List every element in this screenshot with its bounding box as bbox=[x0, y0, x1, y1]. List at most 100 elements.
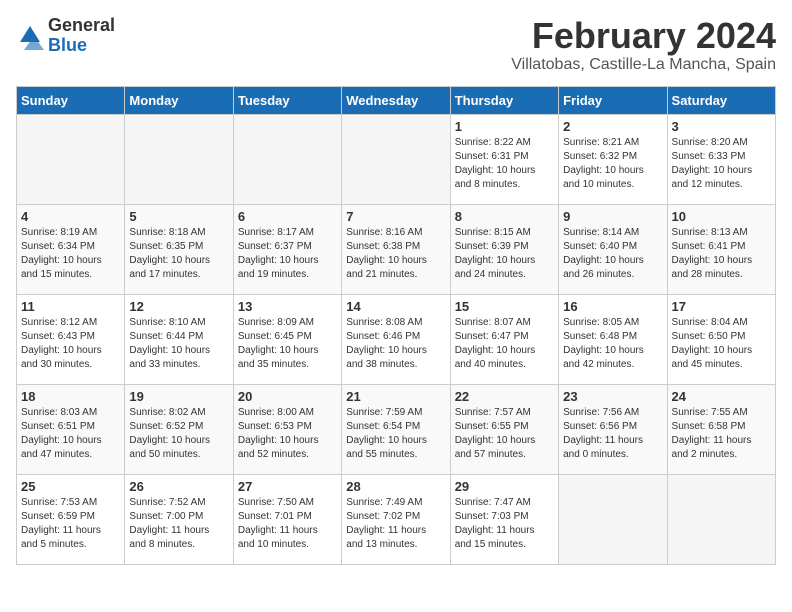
calendar-cell: 29 Sunrise: 7:47 AM Sunset: 7:03 PM Dayli… bbox=[450, 474, 558, 564]
weekday-header-friday: Friday bbox=[559, 86, 667, 114]
calendar-cell: 12 Sunrise: 8:10 AM Sunset: 6:44 PM Dayli… bbox=[125, 294, 233, 384]
day-number: 15 bbox=[455, 299, 554, 314]
day-number: 3 bbox=[672, 119, 771, 134]
day-number: 18 bbox=[21, 389, 120, 404]
day-info: Sunrise: 7:59 AM Sunset: 6:54 PM Dayligh… bbox=[346, 406, 445, 462]
calendar-week-row: 25 Sunrise: 7:53 AM Sunset: 6:59 PM Dayli… bbox=[17, 474, 776, 564]
day-number: 22 bbox=[455, 389, 554, 404]
day-number: 9 bbox=[563, 209, 662, 224]
calendar-cell: 6 Sunrise: 8:17 AM Sunset: 6:37 PM Daylig… bbox=[233, 204, 341, 294]
calendar-cell: 10 Sunrise: 8:13 AM Sunset: 6:41 PM Dayli… bbox=[667, 204, 775, 294]
day-number: 1 bbox=[455, 119, 554, 134]
calendar-cell: 11 Sunrise: 8:12 AM Sunset: 6:43 PM Dayli… bbox=[17, 294, 125, 384]
calendar-cell: 1 Sunrise: 8:22 AM Sunset: 6:31 PM Daylig… bbox=[450, 114, 558, 204]
day-number: 17 bbox=[672, 299, 771, 314]
logo-general: General bbox=[48, 15, 115, 35]
logo-icon bbox=[16, 22, 44, 50]
day-info: Sunrise: 7:57 AM Sunset: 6:55 PM Dayligh… bbox=[455, 406, 554, 462]
day-info: Sunrise: 8:13 AM Sunset: 6:41 PM Dayligh… bbox=[672, 226, 771, 282]
day-info: Sunrise: 8:17 AM Sunset: 6:37 PM Dayligh… bbox=[238, 226, 337, 282]
day-number: 10 bbox=[672, 209, 771, 224]
day-number: 8 bbox=[455, 209, 554, 224]
day-info: Sunrise: 7:52 AM Sunset: 7:00 PM Dayligh… bbox=[129, 496, 228, 552]
title-area: February 2024 Villatobas, Castille-La Ma… bbox=[511, 16, 776, 74]
calendar-cell bbox=[667, 474, 775, 564]
day-info: Sunrise: 7:56 AM Sunset: 6:56 PM Dayligh… bbox=[563, 406, 662, 462]
day-info: Sunrise: 7:49 AM Sunset: 7:02 PM Dayligh… bbox=[346, 496, 445, 552]
logo-blue: Blue bbox=[48, 35, 87, 55]
calendar-cell: 17 Sunrise: 8:04 AM Sunset: 6:50 PM Dayli… bbox=[667, 294, 775, 384]
day-info: Sunrise: 7:47 AM Sunset: 7:03 PM Dayligh… bbox=[455, 496, 554, 552]
calendar-cell: 18 Sunrise: 8:03 AM Sunset: 6:51 PM Dayli… bbox=[17, 384, 125, 474]
day-number: 12 bbox=[129, 299, 228, 314]
calendar-cell bbox=[559, 474, 667, 564]
day-info: Sunrise: 8:08 AM Sunset: 6:46 PM Dayligh… bbox=[346, 316, 445, 372]
day-number: 28 bbox=[346, 479, 445, 494]
day-info: Sunrise: 8:12 AM Sunset: 6:43 PM Dayligh… bbox=[21, 316, 120, 372]
day-info: Sunrise: 7:53 AM Sunset: 6:59 PM Dayligh… bbox=[21, 496, 120, 552]
calendar-cell: 3 Sunrise: 8:20 AM Sunset: 6:33 PM Daylig… bbox=[667, 114, 775, 204]
calendar-cell: 19 Sunrise: 8:02 AM Sunset: 6:52 PM Dayli… bbox=[125, 384, 233, 474]
calendar-cell: 26 Sunrise: 7:52 AM Sunset: 7:00 PM Dayli… bbox=[125, 474, 233, 564]
day-number: 16 bbox=[563, 299, 662, 314]
day-info: Sunrise: 8:16 AM Sunset: 6:38 PM Dayligh… bbox=[346, 226, 445, 282]
calendar-cell: 13Sunrise: 8:09 AM Sunset: 6:45 PM Dayli… bbox=[233, 294, 341, 384]
day-number: 11 bbox=[21, 299, 120, 314]
calendar-cell bbox=[233, 114, 341, 204]
calendar-cell: 5Sunrise: 8:18 AM Sunset: 6:35 PM Daylig… bbox=[125, 204, 233, 294]
day-info: Sunrise: 8:21 AM Sunset: 6:32 PM Dayligh… bbox=[563, 136, 662, 192]
calendar-subtitle: Villatobas, Castille-La Mancha, Spain bbox=[511, 56, 776, 74]
day-info: Sunrise: 8:14 AM Sunset: 6:40 PM Dayligh… bbox=[563, 226, 662, 282]
day-number: 20 bbox=[238, 389, 337, 404]
calendar-cell: 8 Sunrise: 8:15 AM Sunset: 6:39 PM Daylig… bbox=[450, 204, 558, 294]
day-number: 19 bbox=[129, 389, 228, 404]
day-info: Sunrise: 8:05 AM Sunset: 6:48 PM Dayligh… bbox=[563, 316, 662, 372]
weekday-header-monday: Monday bbox=[125, 86, 233, 114]
day-info: Sunrise: 8:02 AM Sunset: 6:52 PM Dayligh… bbox=[129, 406, 228, 462]
day-info: Sunrise: 8:15 AM Sunset: 6:39 PM Dayligh… bbox=[455, 226, 554, 282]
day-number: 29 bbox=[455, 479, 554, 494]
day-info: Sunrise: 8:18 AM Sunset: 6:35 PM Dayligh… bbox=[129, 226, 228, 282]
weekday-header-saturday: Saturday bbox=[667, 86, 775, 114]
header: General Blue February 2024 Villatobas, C… bbox=[16, 16, 776, 74]
day-info: Sunrise: 8:20 AM Sunset: 6:33 PM Dayligh… bbox=[672, 136, 771, 192]
calendar-cell bbox=[342, 114, 450, 204]
calendar-cell: 28 Sunrise: 7:49 AM Sunset: 7:02 PM Dayli… bbox=[342, 474, 450, 564]
day-number: 23 bbox=[563, 389, 662, 404]
calendar-cell: 4Sunrise: 8:19 AM Sunset: 6:34 PM Daylig… bbox=[17, 204, 125, 294]
calendar-title: February 2024 bbox=[511, 16, 776, 56]
weekday-header-row: SundayMondayTuesdayWednesdayThursdayFrid… bbox=[17, 86, 776, 114]
day-number: 13 bbox=[238, 299, 337, 314]
day-number: 21 bbox=[346, 389, 445, 404]
calendar-cell: 16 Sunrise: 8:05 AM Sunset: 6:48 PM Dayli… bbox=[559, 294, 667, 384]
day-number: 24 bbox=[672, 389, 771, 404]
calendar-cell: 9 Sunrise: 8:14 AM Sunset: 6:40 PM Daylig… bbox=[559, 204, 667, 294]
calendar-cell: 27 Sunrise: 7:50 AM Sunset: 7:01 PM Dayli… bbox=[233, 474, 341, 564]
calendar-cell: 21 Sunrise: 7:59 AM Sunset: 6:54 PM Dayli… bbox=[342, 384, 450, 474]
day-number: 27 bbox=[238, 479, 337, 494]
calendar-week-row: 18 Sunrise: 8:03 AM Sunset: 6:51 PM Dayli… bbox=[17, 384, 776, 474]
day-number: 6 bbox=[238, 209, 337, 224]
calendar-cell: 23 Sunrise: 7:56 AM Sunset: 6:56 PM Dayli… bbox=[559, 384, 667, 474]
day-number: 25 bbox=[21, 479, 120, 494]
weekday-header-thursday: Thursday bbox=[450, 86, 558, 114]
calendar-week-row: 1 Sunrise: 8:22 AM Sunset: 6:31 PM Daylig… bbox=[17, 114, 776, 204]
day-info: Sunrise: 8:22 AM Sunset: 6:31 PM Dayligh… bbox=[455, 136, 554, 192]
day-info: Sunrise: 7:50 AM Sunset: 7:01 PM Dayligh… bbox=[238, 496, 337, 552]
day-info: Sunrise: 8:03 AM Sunset: 6:51 PM Dayligh… bbox=[21, 406, 120, 462]
day-info: Sunrise: 8:19 AM Sunset: 6:34 PM Dayligh… bbox=[21, 226, 120, 282]
calendar-week-row: 4Sunrise: 8:19 AM Sunset: 6:34 PM Daylig… bbox=[17, 204, 776, 294]
calendar-cell: 25 Sunrise: 7:53 AM Sunset: 6:59 PM Dayli… bbox=[17, 474, 125, 564]
calendar-cell: 15Sunrise: 8:07 AM Sunset: 6:47 PM Dayli… bbox=[450, 294, 558, 384]
calendar-cell: 14Sunrise: 8:08 AM Sunset: 6:46 PM Dayli… bbox=[342, 294, 450, 384]
day-info: Sunrise: 8:04 AM Sunset: 6:50 PM Dayligh… bbox=[672, 316, 771, 372]
day-info: Sunrise: 8:00 AM Sunset: 6:53 PM Dayligh… bbox=[238, 406, 337, 462]
day-number: 26 bbox=[129, 479, 228, 494]
calendar-cell: 2Sunrise: 8:21 AM Sunset: 6:32 PM Daylig… bbox=[559, 114, 667, 204]
calendar-table: SundayMondayTuesdayWednesdayThursdayFrid… bbox=[16, 86, 776, 565]
day-info: Sunrise: 8:10 AM Sunset: 6:44 PM Dayligh… bbox=[129, 316, 228, 372]
calendar-cell bbox=[17, 114, 125, 204]
day-info: Sunrise: 7:55 AM Sunset: 6:58 PM Dayligh… bbox=[672, 406, 771, 462]
calendar-cell: 20 Sunrise: 8:00 AM Sunset: 6:53 PM Dayli… bbox=[233, 384, 341, 474]
calendar-cell: 24 Sunrise: 7:55 AM Sunset: 6:58 PM Dayli… bbox=[667, 384, 775, 474]
